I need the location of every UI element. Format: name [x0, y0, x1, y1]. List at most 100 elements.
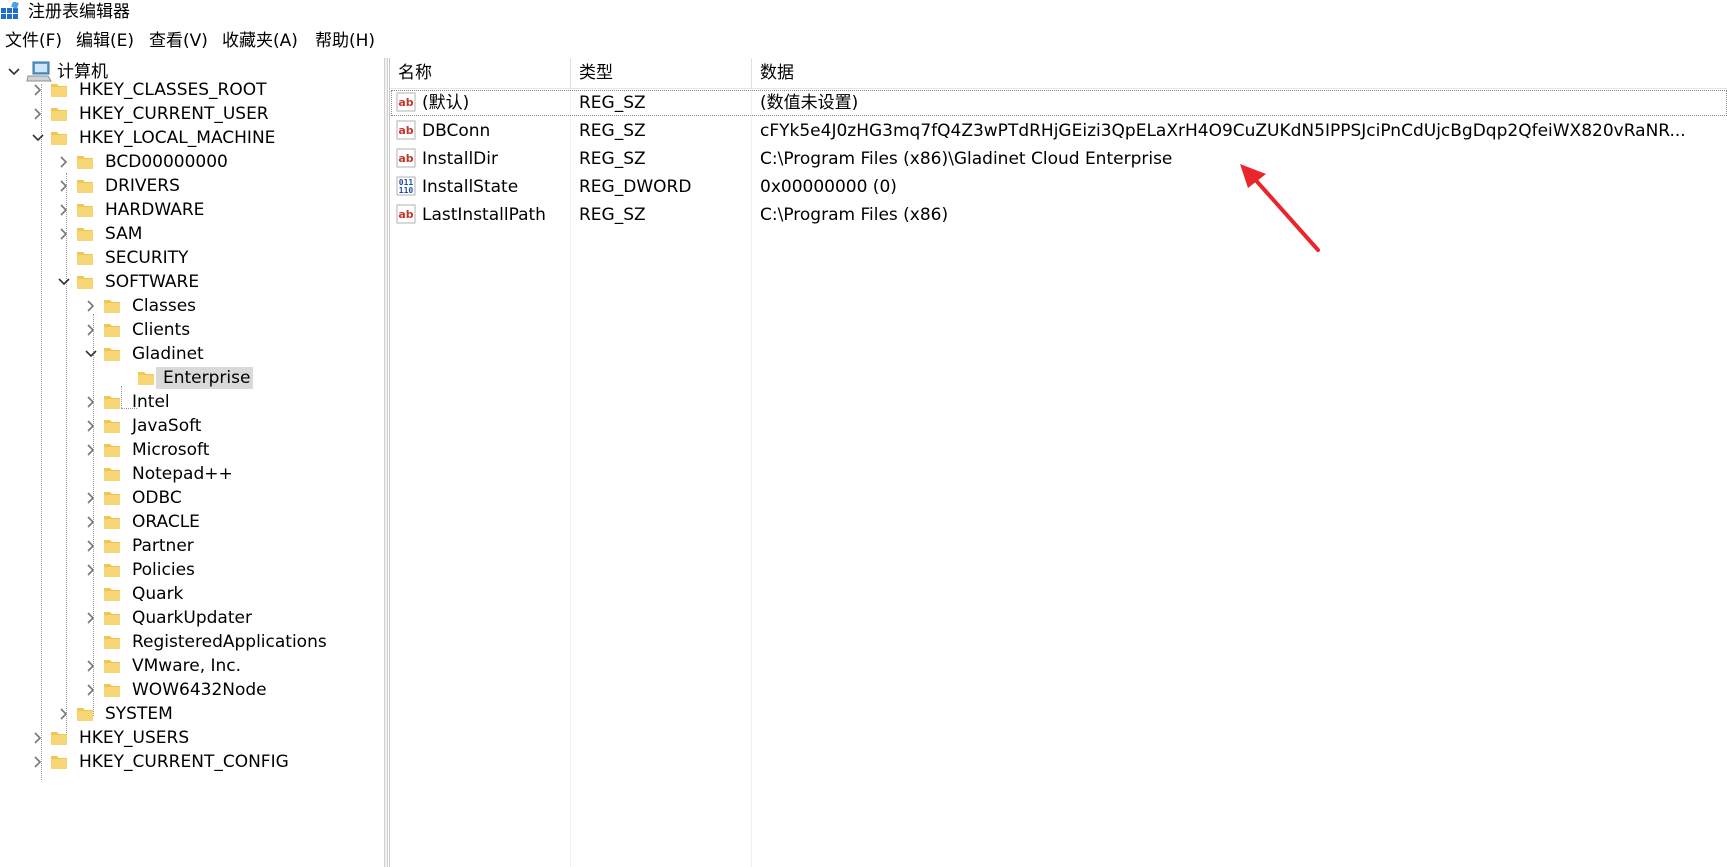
folder-icon	[104, 516, 120, 529]
menu-view[interactable]: 查看(V)	[149, 30, 208, 52]
chevron-right-icon[interactable]	[56, 178, 72, 194]
tree-node-drivers[interactable]: DRIVERS	[56, 174, 356, 200]
value-row-installstate[interactable]: 011 110 InstallState REG_DWORD 0x00000000…	[390, 173, 1727, 201]
tree-node-label: BCD00000000	[105, 152, 228, 172]
tree-node-hkcr[interactable]: HKEY_CLASSES_ROOT	[30, 78, 330, 104]
tree-node-sam[interactable]: SAM	[56, 222, 356, 248]
menu-file[interactable]: 文件(F)	[5, 30, 62, 52]
chevron-right-icon[interactable]	[83, 538, 99, 554]
tree-node-microsoft[interactable]: Microsoft	[83, 438, 373, 464]
tree-node-software[interactable]: SOFTWARE	[56, 270, 356, 296]
tree-node-system[interactable]: SYSTEM	[56, 702, 356, 728]
chevron-right-icon[interactable]	[83, 442, 99, 458]
tree-node-quark[interactable]: Quark	[83, 582, 373, 608]
tree-node-label: Quark	[132, 584, 184, 604]
values-list[interactable]: 名称 类型 数据 ab (默认) REG_SZ (数值未设置) ab DBCon…	[389, 58, 1727, 867]
tree-node-oracle[interactable]: ORACLE	[83, 510, 373, 536]
tree-node-registeredapplications[interactable]: RegisteredApplications	[83, 630, 383, 656]
chevron-right-icon[interactable]	[30, 106, 46, 122]
tree-node-classes[interactable]: Classes	[83, 294, 373, 320]
menu-edit[interactable]: 编辑(E)	[76, 30, 134, 52]
value-type: REG_SZ	[579, 121, 646, 141]
column-header-data[interactable]: 数据	[760, 62, 794, 84]
chevron-right-icon[interactable]	[30, 730, 46, 746]
tree-node-javasoft[interactable]: JavaSoft	[83, 414, 373, 440]
folder-icon	[104, 636, 120, 649]
tree-node-label: QuarkUpdater	[132, 608, 252, 628]
registry-tree[interactable]: 计算机 HKEY_CLASSES_ROOT HKEY_CURRENT_USER …	[0, 58, 385, 867]
tree-node-policies[interactable]: Policies	[83, 558, 373, 584]
string-value-icon: ab	[396, 204, 416, 224]
tree-node-label: RegisteredApplications	[132, 632, 327, 652]
annotation-arrow-icon	[1240, 164, 1320, 252]
chevron-right-icon[interactable]	[30, 82, 46, 98]
tree-node-label: HKEY_CURRENT_CONFIG	[79, 752, 289, 772]
tree-node-hardware[interactable]: HARDWARE	[56, 198, 356, 224]
chevron-down-icon[interactable]	[6, 64, 22, 80]
tree-node-label: SECURITY	[105, 248, 189, 268]
folder-icon	[104, 396, 120, 409]
tree-node-vmware[interactable]: VMware, Inc.	[83, 654, 373, 680]
chevron-down-icon[interactable]	[83, 346, 99, 362]
chevron-down-icon[interactable]	[56, 274, 72, 290]
tree-node-bcd[interactable]: BCD00000000	[56, 150, 356, 176]
chevron-right-icon[interactable]	[83, 514, 99, 530]
tree-node-enterprise[interactable]: Enterprise	[111, 366, 371, 392]
menu-favorites[interactable]: 收藏夹(A)	[222, 30, 298, 52]
value-name: DBConn	[422, 121, 491, 141]
column-resize-handle[interactable]	[570, 58, 571, 88]
folder-open-icon	[104, 348, 120, 361]
chevron-right-icon[interactable]	[83, 298, 99, 314]
folder-icon	[104, 324, 120, 337]
binary-value-icon: 011110	[396, 176, 416, 196]
folder-icon	[77, 252, 93, 265]
chevron-right-icon[interactable]	[56, 202, 72, 218]
chevron-right-icon[interactable]	[56, 226, 72, 242]
column-header-type[interactable]: 类型	[579, 62, 613, 84]
chevron-right-icon[interactable]	[83, 418, 99, 434]
tree-node-hklm[interactable]: HKEY_LOCAL_MACHINE	[30, 126, 330, 152]
chevron-down-icon[interactable]	[30, 130, 46, 146]
folder-icon	[104, 540, 120, 553]
chevron-right-icon[interactable]	[83, 322, 99, 338]
tree-node-intel[interactable]: Intel	[83, 390, 373, 416]
tree-node-clients[interactable]: Clients	[83, 318, 373, 344]
chevron-right-icon[interactable]	[83, 658, 99, 674]
folder-icon	[77, 204, 93, 217]
value-data: (数值未设置)	[760, 93, 859, 113]
tree-node-hkcc[interactable]: HKEY_CURRENT_CONFIG	[30, 750, 360, 776]
pane-splitter[interactable]	[384, 58, 388, 867]
value-row-default[interactable]: ab (默认) REG_SZ (数值未设置)	[390, 89, 1727, 117]
chevron-right-icon[interactable]	[83, 682, 99, 698]
value-row-dbconn[interactable]: ab DBConn REG_SZ cFYk5e4J0zHG3mq7fQ4Z3wP…	[390, 117, 1727, 145]
column-header-name[interactable]: 名称	[398, 62, 432, 84]
chevron-right-icon[interactable]	[56, 706, 72, 722]
tree-node-partner[interactable]: Partner	[83, 534, 373, 560]
tree-node-quarkupdater[interactable]: QuarkUpdater	[83, 606, 373, 632]
column-resize-handle[interactable]	[751, 58, 752, 88]
chevron-right-icon[interactable]	[30, 754, 46, 770]
tree-node-wow6432node[interactable]: WOW6432Node	[83, 678, 373, 704]
chevron-right-icon[interactable]	[83, 394, 99, 410]
chevron-right-icon[interactable]	[83, 490, 99, 506]
chevron-right-icon[interactable]	[83, 610, 99, 626]
value-row-lastinstallpath[interactable]: ab LastInstallPath REG_SZ C:\Program Fil…	[390, 201, 1727, 229]
tree-node-gladinet[interactable]: Gladinet	[83, 342, 373, 368]
value-row-installdir[interactable]: ab InstallDir REG_SZ C:\Program Files (x…	[390, 145, 1727, 173]
chevron-right-icon[interactable]	[56, 154, 72, 170]
string-value-icon: ab	[396, 148, 416, 168]
tree-node-label: ODBC	[132, 488, 182, 508]
chevron-right-icon[interactable]	[83, 562, 99, 578]
tree-node-hku[interactable]: HKEY_USERS	[30, 726, 330, 752]
folder-icon	[104, 300, 120, 313]
menu-help[interactable]: 帮助(H)	[315, 30, 375, 52]
tree-node-label: WOW6432Node	[132, 680, 267, 700]
tree-node-security[interactable]: SECURITY	[56, 246, 356, 272]
tree-node-hkcu[interactable]: HKEY_CURRENT_USER	[30, 102, 330, 128]
tree-node-label: HKEY_CLASSES_ROOT	[79, 80, 267, 100]
tree-node-notepadpp[interactable]: Notepad++	[83, 462, 373, 488]
folder-icon	[77, 708, 93, 721]
tree-node-odbc[interactable]: ODBC	[83, 486, 373, 512]
folder-icon	[104, 684, 120, 697]
folder-icon	[104, 612, 120, 625]
